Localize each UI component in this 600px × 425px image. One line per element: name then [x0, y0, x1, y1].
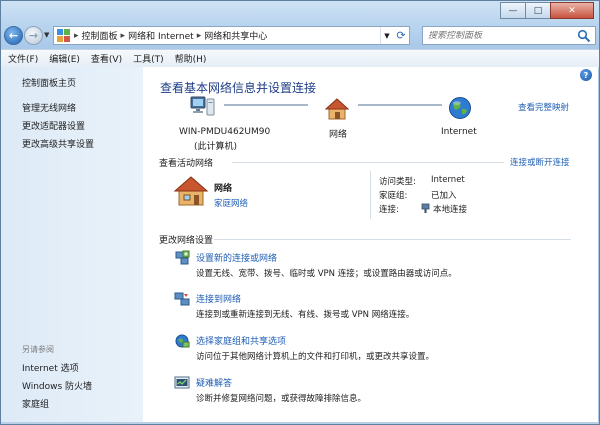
vertical-divider	[370, 171, 371, 219]
network-adapter-icon	[421, 203, 430, 214]
task-connect-network-desc: 连接到或重新连接到无线、有线、拨号或 VPN 网络连接。	[196, 310, 415, 320]
task-homegroup-link[interactable]: 选择家庭组和共享选项	[196, 334, 286, 347]
network-type-link[interactable]: 家庭网络	[214, 197, 248, 209]
minimize-button[interactable]: —	[500, 2, 526, 19]
troubleshoot-icon[interactable]	[174, 375, 190, 391]
breadcrumb-network-sharing-center[interactable]: 网络和共享中心	[204, 29, 267, 42]
local-connection-link[interactable]: 本地连接	[433, 203, 467, 215]
sidebar-windows-firewall[interactable]: Windows 防火墙	[22, 379, 92, 392]
sidebar-advanced-sharing[interactable]: 更改高级共享设置	[22, 137, 94, 150]
forward-arrow-icon: →	[28, 29, 39, 42]
address-bar[interactable]: ▸ 控制面板 ▸ 网络和 Internet ▸ 网络和共享中心 ▼ ⟳	[53, 26, 410, 45]
task-connect-network-link[interactable]: 连接到网络	[196, 292, 241, 305]
change-settings-heading: 更改网络设置	[159, 236, 214, 246]
computer-subtitle: (此计算机)	[194, 142, 238, 152]
sidebar-internet-options[interactable]: Internet 选项	[22, 361, 79, 374]
recent-pages-dropdown[interactable]: ▼	[44, 31, 49, 39]
menu-tools[interactable]: 工具(T)	[129, 52, 168, 65]
section-divider	[214, 239, 571, 240]
internet-globe-icon[interactable]	[448, 96, 472, 120]
search-box[interactable]	[422, 26, 596, 45]
computer-icon[interactable]	[190, 95, 216, 119]
maximize-button[interactable]: □	[525, 2, 551, 19]
breadcrumb-separator[interactable]: ▸	[74, 31, 79, 41]
window: — □ ✕ ← → ▼ ▸ 控制面板 ▸ 网络和 Internet ▸ 网络和共…	[0, 0, 600, 425]
refresh-icon[interactable]: ⟳	[393, 29, 409, 42]
menu-help[interactable]: 帮助(H)	[171, 52, 211, 65]
task-troubleshoot-link[interactable]: 疑难解答	[196, 376, 232, 389]
menu-file[interactable]: 文件(F)	[4, 52, 42, 65]
menu-bar: 文件(F) 编辑(E) 查看(V) 工具(T) 帮助(H)	[1, 49, 599, 68]
access-type-label: 访问类型:	[379, 177, 416, 187]
homegroup-icon[interactable]	[174, 333, 190, 349]
active-networks-heading: 查看活动网络	[159, 159, 214, 169]
sidebar-homegroup[interactable]: 家庭组	[22, 397, 49, 410]
window-controls: — □ ✕	[500, 2, 594, 19]
main-content: ? 查看基本网络信息并设置连接 查看完整映射 WIN-PMDU462UM90 (…	[143, 67, 598, 422]
new-connection-icon[interactable]	[174, 250, 190, 266]
sidebar-change-adapter[interactable]: 更改适配器设置	[22, 119, 85, 132]
connect-disconnect-link[interactable]: 连接或断开连接	[510, 156, 570, 168]
homegroup-label: 家庭组:	[379, 191, 408, 201]
help-icon[interactable]: ?	[580, 69, 592, 81]
address-dropdown-button[interactable]: ▼	[380, 27, 393, 44]
menu-edit[interactable]: 编辑(E)	[45, 52, 84, 65]
navigation-bar: ← → ▼ ▸ 控制面板 ▸ 网络和 Internet ▸ 网络和共享中心 ▼ …	[1, 23, 599, 47]
breadcrumb-network-internet[interactable]: 网络和 Internet	[128, 29, 194, 42]
window-bottom-edge	[1, 422, 599, 424]
title-bar: — □ ✕	[1, 1, 599, 23]
back-button[interactable]: ←	[4, 26, 23, 45]
network-label: 网络	[329, 130, 348, 140]
access-type-value: Internet	[431, 175, 465, 185]
computer-name-label: WIN-PMDU462UM90	[179, 127, 271, 137]
active-network-name: 网络	[214, 184, 233, 194]
sidebar-control-panel-home[interactable]: 控制面板主页	[22, 76, 76, 89]
back-arrow-icon: ←	[8, 29, 19, 42]
page-title: 查看基本网络信息并设置连接	[160, 81, 317, 95]
breadcrumb-control-panel[interactable]: 控制面板	[82, 29, 118, 42]
homegroup-value-link[interactable]: 已加入	[431, 189, 457, 201]
task-new-connection-desc: 设置无线、宽带、拨号、临时或 VPN 连接；或设置路由器或访问点。	[196, 269, 457, 279]
address-bar-controls: ▼ ⟳	[380, 27, 409, 44]
full-map-link[interactable]: 查看完整映射	[518, 101, 569, 113]
see-also-header: 另请参阅	[22, 345, 54, 354]
network-house-icon[interactable]	[324, 98, 350, 120]
map-connector-line	[358, 104, 442, 106]
control-panel-icon	[57, 29, 71, 42]
search-input[interactable]	[423, 30, 577, 41]
internet-label: Internet	[441, 127, 477, 137]
task-new-connection-link[interactable]: 设置新的连接或网络	[196, 251, 277, 264]
sidebar-manage-wireless[interactable]: 管理无线网络	[22, 101, 76, 114]
task-homegroup-desc: 访问位于其他网络计算机上的文件和打印机，或更改共享设置。	[196, 352, 435, 362]
active-network-house-icon	[173, 175, 209, 207]
menu-view[interactable]: 查看(V)	[87, 52, 126, 65]
section-divider	[232, 162, 504, 163]
map-connector-line	[224, 104, 308, 106]
close-button[interactable]: ✕	[550, 2, 594, 19]
task-troubleshoot-desc: 诊断并修复网络问题，或获得故障排除信息。	[196, 394, 367, 404]
forward-button[interactable]: →	[24, 26, 43, 45]
connect-network-icon[interactable]	[174, 291, 190, 307]
search-icon[interactable]	[577, 29, 591, 43]
sidebar: 控制面板主页 管理无线网络 更改适配器设置 更改高级共享设置 另请参阅 Inte…	[1, 67, 143, 422]
connection-label: 连接:	[379, 205, 399, 215]
breadcrumb-separator[interactable]: ▸	[197, 31, 202, 41]
breadcrumb-separator[interactable]: ▸	[121, 31, 126, 41]
